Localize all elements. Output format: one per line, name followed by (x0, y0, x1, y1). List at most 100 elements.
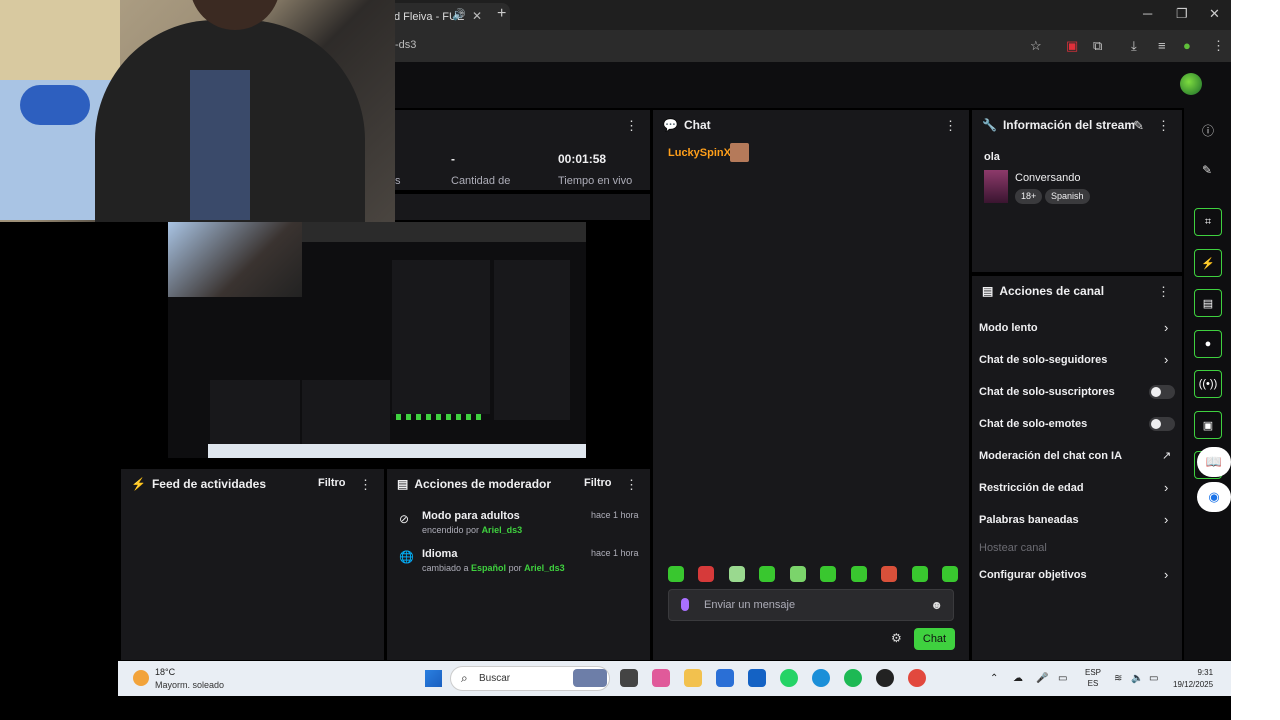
emote-10[interactable] (941, 566, 958, 582)
emote-5[interactable] (789, 566, 806, 582)
tag-18plus[interactable]: 18+ (1015, 189, 1043, 204)
volume-icon[interactable]: 🔈 (1131, 673, 1143, 684)
chevron-right-icon[interactable]: › (1164, 320, 1168, 335)
microphone-icon[interactable] (681, 598, 689, 611)
emote-7[interactable] (850, 566, 867, 582)
category-name[interactable]: Conversando (1015, 172, 1080, 184)
chrome-icon[interactable] (908, 669, 926, 687)
spotify-icon[interactable] (844, 669, 862, 687)
edit-pencil-icon[interactable]: ✎ (1133, 118, 1144, 134)
action-age-restriction[interactable]: Restricción de edad (979, 482, 1084, 494)
emote-2[interactable] (698, 566, 715, 582)
whatsapp-icon[interactable] (780, 669, 798, 687)
action-slow-mode[interactable]: Modo lento (979, 322, 1038, 334)
stats-menu-icon[interactable]: ⋮ (625, 118, 638, 134)
new-tab-icon[interactable]: + (497, 5, 506, 23)
chat-message-username[interactable]: LuckySpinX: (668, 147, 735, 159)
activity-feed-menu-icon[interactable]: ⋮ (359, 477, 372, 493)
wifi-icon[interactable]: ≋ (1114, 673, 1122, 684)
weather-temperature[interactable]: 18°C (155, 667, 175, 677)
chat-settings-gear-icon[interactable]: ⚙ (891, 631, 902, 645)
taskbar-clock[interactable]: 9:31 19/12/2025 (1173, 667, 1213, 691)
notes-quick-action[interactable]: ▤ (1194, 289, 1222, 317)
action-followers-only[interactable]: Chat de solo-seguidores (979, 354, 1107, 366)
restore-icon[interactable]: ❐ (1176, 6, 1188, 22)
layout-quick-action[interactable]: ▣ (1194, 411, 1222, 439)
chat-input[interactable]: Enviar un mensaje ☻ (668, 589, 954, 621)
minimize-icon[interactable]: ─ (1143, 6, 1152, 21)
emote-8[interactable] (881, 566, 898, 582)
edit-icon[interactable]: ✎ (1202, 163, 1212, 177)
tray-cloud-icon[interactable]: ☁ (1013, 673, 1023, 684)
broadcast-quick-action[interactable]: ((•)) (1194, 370, 1222, 398)
tray-display-icon[interactable]: ▭ (1058, 673, 1067, 684)
bolt-quick-action[interactable]: ⚡ (1194, 249, 1222, 277)
external-link-icon[interactable]: ↗ (1162, 449, 1171, 462)
mod-actions-menu-icon[interactable]: ⋮ (625, 477, 638, 493)
emote-4[interactable] (759, 566, 776, 582)
channel-actions-title: Acciones de canal (999, 284, 1105, 298)
emote-6[interactable] (820, 566, 837, 582)
chevron-right-icon[interactable]: › (1164, 352, 1168, 367)
chevron-right-icon[interactable]: › (1164, 567, 1168, 582)
widget-banner-icon[interactable] (573, 669, 607, 687)
chat-send-button[interactable]: Chat (914, 628, 955, 650)
action-host-channel: Hostear canal (979, 542, 1047, 554)
chat-quick-action[interactable]: ● (1194, 330, 1222, 358)
outlook-icon[interactable] (748, 669, 766, 687)
taskbar-search-placeholder: Buscar (479, 673, 511, 684)
channel-actions-menu-icon[interactable]: ⋮ (1157, 284, 1170, 300)
close-window-icon[interactable]: ✕ (1209, 6, 1220, 22)
action-configure-goals[interactable]: Configurar objetivos (979, 569, 1087, 581)
speaker-icon[interactable]: 🔊 (452, 8, 466, 21)
chevron-right-icon[interactable]: › (1164, 512, 1168, 527)
task-view-icon[interactable] (620, 669, 638, 687)
input-language[interactable]: ESP ES (1085, 667, 1101, 689)
emote-3[interactable] (728, 566, 745, 582)
mod-username-link[interactable]: Ariel_ds3 (482, 525, 523, 535)
copilot-icon[interactable] (652, 669, 670, 687)
file-explorer-icon[interactable] (684, 669, 702, 687)
viewers-value: - (451, 152, 455, 166)
stream-preview[interactable] (120, 222, 650, 460)
action-banned-words[interactable]: Palabras baneadas (979, 514, 1079, 526)
media-control-icon[interactable]: ≡ (1158, 38, 1166, 53)
chevron-right-icon[interactable]: › (1164, 480, 1168, 495)
user-avatar[interactable] (1180, 73, 1202, 95)
battery-icon[interactable]: ▭ (1149, 673, 1158, 684)
extension-red-icon[interactable]: ▣ (1066, 38, 1078, 54)
windows-start-icon[interactable] (425, 670, 442, 687)
tray-overflow-icon[interactable]: ⌃ (990, 673, 998, 684)
mod-username-link[interactable]: Ariel_ds3 (524, 563, 565, 573)
edge-icon[interactable] (812, 669, 830, 687)
weather-sun-icon[interactable] (133, 670, 149, 686)
globe-icon[interactable]: ◉ (1197, 482, 1231, 512)
bookmark-star-icon[interactable]: ☆ (1030, 38, 1042, 54)
url-text[interactable]: -ds3 (395, 39, 416, 51)
info-icon[interactable]: ⓘ (1202, 122, 1214, 139)
browser-tab[interactable]: d Fleiva - FUE 🔊 ✕ (380, 3, 510, 30)
subscribers-only-toggle[interactable] (1149, 385, 1175, 399)
obs-icon[interactable] (876, 669, 894, 687)
emotes-only-toggle[interactable] (1149, 417, 1175, 431)
chat-menu-icon[interactable]: ⋮ (944, 118, 957, 134)
weather-description[interactable]: Mayorm. soleado (155, 680, 224, 690)
book-icon[interactable]: 📖 (1197, 447, 1231, 477)
download-icon[interactable]: ⤓ (1131, 38, 1137, 54)
profile-avatar-icon[interactable]: ● (1183, 38, 1191, 53)
extensions-puzzle-icon[interactable]: ⧉ (1093, 38, 1102, 54)
tag-spanish[interactable]: Spanish (1045, 189, 1090, 204)
tray-mic-icon[interactable]: 🎤 (1036, 673, 1048, 684)
clip-quick-action[interactable]: ⌗ (1194, 208, 1222, 236)
activity-feed-filter-button[interactable]: Filtro (318, 477, 346, 489)
close-tab-icon[interactable]: ✕ (472, 9, 482, 23)
emote-9[interactable] (911, 566, 928, 582)
stream-info-menu-icon[interactable]: ⋮ (1157, 118, 1170, 134)
store-icon[interactable] (716, 669, 734, 687)
action-ai-moderation[interactable]: Moderación del chat con IA (979, 450, 1122, 462)
browser-menu-icon[interactable]: ⋮ (1212, 38, 1225, 54)
emoji-icon[interactable]: ☻ (930, 598, 943, 612)
screen: d Fleiva - FUE 🔊 ✕ + ─ ❐ ✕ -ds3 ☆ ▣ ⧉ ⤓ … (0, 0, 1280, 720)
emote-1[interactable] (668, 566, 684, 582)
mod-actions-filter-button[interactable]: Filtro (584, 477, 612, 489)
